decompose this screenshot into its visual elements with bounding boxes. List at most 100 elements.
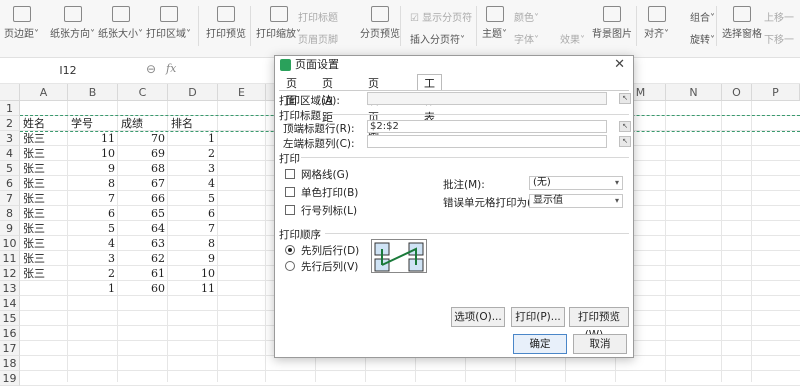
data-cell[interactable]: 张三 — [23, 176, 65, 191]
data-cell[interactable]: 63 — [121, 236, 165, 251]
header-cell[interactable]: 排名 — [171, 116, 215, 131]
data-cell[interactable]: 张三 — [23, 266, 65, 281]
insert-page-break-button[interactable]: 插入分页符˅ — [410, 31, 465, 46]
data-cell[interactable]: 69 — [121, 146, 165, 161]
data-cell[interactable]: 4 — [71, 236, 115, 251]
tab-page[interactable]: 页面 — [279, 74, 304, 107]
row-header[interactable]: 5 — [0, 161, 20, 176]
selection-pane-button[interactable]: 选择窗格 — [722, 4, 762, 48]
column-header[interactable]: O — [722, 84, 752, 101]
options-button[interactable]: 选项(O)... — [451, 307, 505, 327]
data-cell[interactable]: 62 — [121, 251, 165, 266]
data-cell[interactable]: 60 — [121, 281, 165, 296]
name-box[interactable]: I12 — [8, 62, 128, 80]
print-area-field[interactable] — [367, 92, 607, 105]
column-header[interactable]: A — [20, 84, 68, 101]
send-backward-button[interactable]: 下移一 — [764, 31, 794, 46]
data-cell[interactable]: 5 — [171, 191, 215, 206]
data-cell[interactable]: 66 — [121, 191, 165, 206]
header-footer-button[interactable]: 页眉页脚 — [298, 31, 338, 46]
data-cell[interactable]: 9 — [171, 251, 215, 266]
fx-icon[interactable]: fx — [166, 62, 176, 75]
tab-sheet[interactable]: 工作表 — [417, 74, 442, 124]
data-cell[interactable]: 6 — [171, 206, 215, 221]
data-cell[interactable]: 5 — [71, 221, 115, 236]
background-image-button[interactable]: 背景图片 — [592, 4, 632, 48]
header-cell[interactable]: 成绩 — [121, 116, 165, 131]
row-header[interactable]: 3 — [0, 131, 20, 146]
row-header[interactable]: 12 — [0, 266, 20, 281]
effects-button[interactable]: 效果˅ — [560, 31, 585, 46]
paper-size-button[interactable]: 纸张大小˅ — [98, 4, 143, 48]
data-cell[interactable]: 8 — [71, 176, 115, 191]
data-cell[interactable]: 张三 — [23, 251, 65, 266]
theme-button[interactable]: 主题˅ — [482, 4, 507, 48]
data-cell[interactable]: 张三 — [23, 221, 65, 236]
data-cell[interactable]: 2 — [171, 146, 215, 161]
data-cell[interactable]: 67 — [121, 176, 165, 191]
column-header[interactable]: D — [168, 84, 218, 101]
data-cell[interactable]: 4 — [171, 176, 215, 191]
mono-checkbox[interactable] — [285, 187, 295, 197]
fonts-button[interactable]: 字体˅ — [514, 31, 539, 46]
row-header[interactable]: 13 — [0, 281, 20, 296]
row-header[interactable]: 4 — [0, 146, 20, 161]
data-cell[interactable]: 7 — [71, 191, 115, 206]
row-header[interactable]: 8 — [0, 206, 20, 221]
group-button[interactable]: 组合˅ — [690, 9, 715, 24]
data-cell[interactable]: 11 — [171, 281, 215, 296]
comments-select[interactable]: (无) — [529, 176, 623, 190]
data-cell[interactable]: 张三 — [23, 131, 65, 146]
data-cell[interactable]: 1 — [71, 281, 115, 296]
row-header[interactable]: 7 — [0, 191, 20, 206]
data-cell[interactable]: 张三 — [23, 206, 65, 221]
row-header[interactable]: 15 — [0, 311, 20, 326]
row-col-headers-checkbox[interactable] — [285, 205, 295, 215]
align-button[interactable]: 对齐˅ — [644, 4, 669, 48]
data-cell[interactable]: 65 — [121, 206, 165, 221]
ok-button[interactable]: 确定 — [513, 334, 567, 354]
rotate-button[interactable]: 旋转˅ — [690, 31, 715, 46]
data-cell[interactable]: 张三 — [23, 191, 65, 206]
row-header[interactable]: 9 — [0, 221, 20, 236]
down-then-over-radio[interactable] — [285, 245, 295, 255]
data-cell[interactable]: 7 — [171, 221, 215, 236]
data-cell[interactable]: 3 — [71, 251, 115, 266]
collapse-icon[interactable]: ↖ — [619, 121, 631, 132]
print-preview-button[interactable]: 打印预览 — [206, 4, 246, 48]
row-header[interactable]: 19 — [0, 371, 20, 386]
errors-select[interactable]: 显示值 — [529, 194, 623, 208]
data-cell[interactable]: 61 — [121, 266, 165, 281]
print-scale-button[interactable]: 打印缩放˅ — [256, 4, 301, 48]
collapse-icon[interactable]: ↖ — [619, 136, 631, 147]
data-cell[interactable]: 6 — [71, 206, 115, 221]
column-header[interactable]: N — [666, 84, 722, 101]
data-cell[interactable]: 10 — [71, 146, 115, 161]
data-cell[interactable]: 8 — [171, 236, 215, 251]
data-cell[interactable]: 10 — [171, 266, 215, 281]
data-cell[interactable]: 张三 — [23, 146, 65, 161]
row-header[interactable]: 14 — [0, 296, 20, 311]
row-header[interactable]: 6 — [0, 176, 20, 191]
colors-button[interactable]: 颜色˅ — [514, 9, 539, 24]
close-icon[interactable]: ✕ — [614, 56, 625, 74]
header-cell[interactable]: 学号 — [71, 116, 115, 131]
row-header[interactable]: 17 — [0, 341, 20, 356]
cancel-button[interactable]: 取消 — [573, 334, 627, 354]
data-cell[interactable]: 64 — [121, 221, 165, 236]
row-header[interactable]: 11 — [0, 251, 20, 266]
select-all-corner[interactable] — [0, 84, 20, 101]
header-cell[interactable]: 姓名 — [23, 116, 65, 131]
collapse-icon[interactable]: ↖ — [619, 93, 631, 104]
show-page-break-button[interactable]: ☑ 显示分页符 — [410, 9, 472, 24]
title-cols-field[interactable] — [367, 135, 607, 148]
data-cell[interactable]: 3 — [171, 161, 215, 176]
column-header[interactable]: E — [218, 84, 266, 101]
over-then-down-radio[interactable] — [285, 261, 295, 271]
data-cell[interactable]: 张三 — [23, 161, 65, 176]
print-preview-button[interactable]: 打印预览(W)... — [569, 307, 629, 341]
paper-orientation-button[interactable]: 纸张方向˅ — [50, 4, 95, 48]
page-break-preview-button[interactable]: 分页预览 — [360, 4, 400, 48]
bring-forward-button[interactable]: 上移一 — [764, 9, 794, 24]
tab-margins[interactable]: 页边距 — [315, 74, 340, 124]
